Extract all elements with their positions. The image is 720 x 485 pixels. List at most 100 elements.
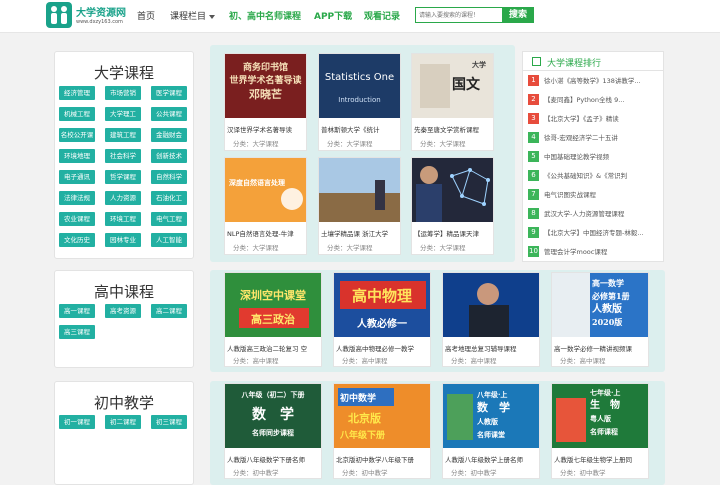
ranking-item[interactable]: 1 徐小湛《高等数学》138讲教学... xyxy=(528,72,663,88)
course-thumbnail: 深度自然语言处理 xyxy=(225,158,306,222)
nav-app-download[interactable]: APP下载 xyxy=(314,9,352,22)
category-tag[interactable]: 人工智能 xyxy=(151,233,187,247)
course-title: 土壤学精品课 浙江大学 xyxy=(321,230,389,238)
course-card[interactable]: 初中数学 北京版 八年级下册 北京版初中数学八年级下册 分类：初中教学 xyxy=(333,383,431,479)
category-tag[interactable]: 哲学课程 xyxy=(105,170,141,184)
ranking-item-title: 《公共基础知识》&《常识判 xyxy=(544,172,628,180)
category-tag[interactable]: 初二课程 xyxy=(105,415,141,429)
ranking-item-title: 武汉大学-人力资源管理课程 xyxy=(544,210,625,218)
ranking-item-title: 管理会计学mooc课程 xyxy=(544,248,608,256)
category-tag[interactable]: 社会科学 xyxy=(105,149,141,163)
category-tag[interactable]: 环境地理 xyxy=(59,149,95,163)
ranking-item[interactable]: 5 中国基础理论教学视频 xyxy=(528,148,663,164)
category-tag[interactable]: 初三课程 xyxy=(151,415,187,429)
course-title: 人教版八年级数学上册名师 xyxy=(445,456,523,464)
nav-course-columns[interactable]: 课程栏目 xyxy=(170,9,216,22)
course-card[interactable]: 高一数学 必修第1册 人教版 2020版 高一数学必修一精讲视频课 分类：高中课程 xyxy=(551,272,649,367)
ranking-number-badge: 4 xyxy=(528,132,539,143)
course-title: 高一数学必修一精讲视频课 xyxy=(554,345,632,353)
category-tag[interactable]: 电子通讯 xyxy=(59,170,95,184)
ranking-item[interactable]: 2 【麦同鑫】Python全栈 9... xyxy=(528,91,663,107)
course-card[interactable]: 商务印书馆 世界学术名著导读 邓晓芒 汉译世界学术名著导读 分类：大学课程 xyxy=(224,53,307,151)
ranking-number-badge: 8 xyxy=(528,208,539,219)
category-tag[interactable]: 金融财会 xyxy=(151,128,187,142)
course-thumbnail xyxy=(412,158,493,222)
course-card[interactable]: 八年级·上数 学人教版 名师课堂 人教版八年级数学上册名师 分类：初中教学 xyxy=(442,383,540,479)
course-category: 分类：高中课程 xyxy=(342,357,388,365)
nav-famous-teachers[interactable]: 初、高中名师课程 xyxy=(229,9,301,22)
course-title: 人教版高三政治二轮复习 空 xyxy=(227,345,308,353)
course-title: 先秦至唐文学赏析课程 xyxy=(414,126,479,134)
course-thumbnail: 国文 大学 xyxy=(412,54,493,118)
ranking-item[interactable]: 10 管理会计学mooc课程 xyxy=(528,243,663,259)
course-card[interactable]: 深度自然语言处理 NLP自然语言处理-牛津 分类：大学课程 xyxy=(224,157,307,255)
category-tag[interactable]: 建筑工程 xyxy=(105,128,141,142)
logo-icon xyxy=(46,2,72,28)
category-tag[interactable]: 园林专业 xyxy=(105,233,141,247)
category-tag[interactable]: 高一课程 xyxy=(59,304,95,318)
category-tag[interactable]: 文化历史 xyxy=(59,233,95,247)
search-input[interactable] xyxy=(415,7,503,23)
course-card[interactable]: Statistics One Introduction 普林斯顿大学《统计 分类… xyxy=(318,53,401,151)
course-card[interactable]: 土壤学精品课 浙江大学 分类：大学课程 xyxy=(318,157,401,255)
course-category: 分类：高中课程 xyxy=(233,357,279,365)
ranking-item-title: 【北京大学】中国经济专题-林毅... xyxy=(544,229,644,237)
course-card[interactable]: 高中物理 人教必修一 人教版高中物理必修一教学 分类：高中课程 xyxy=(333,272,431,367)
ranking-number-badge: 7 xyxy=(528,189,539,200)
ranking-item[interactable]: 7 电气识图实战课程 xyxy=(528,186,663,202)
ranking-number-badge: 9 xyxy=(528,227,539,238)
category-tag[interactable]: 初一课程 xyxy=(59,415,95,429)
category-tag[interactable]: 自然科学 xyxy=(151,170,187,184)
course-card[interactable]: 深圳空中课堂 高三政治 人教版高三政治二轮复习 空 分类：高中课程 xyxy=(224,272,322,367)
category-tag[interactable]: 高三课程 xyxy=(59,325,95,339)
category-tag[interactable]: 石油化工 xyxy=(151,191,187,205)
category-tag[interactable]: 高二课程 xyxy=(151,304,187,318)
ranking-item[interactable]: 8 武汉大学-人力资源管理课程 xyxy=(528,205,663,221)
juniorhigh-category-panel: 初中教学 xyxy=(54,381,194,485)
course-title: 人教版七年级生物学上册同 xyxy=(554,456,632,464)
category-tag[interactable]: 高考资源 xyxy=(105,304,141,318)
ranking-item[interactable]: 4 徐哥-宏观经济学二十五讲 xyxy=(528,129,663,145)
category-tag[interactable]: 农业课程 xyxy=(59,212,95,226)
ranking-item[interactable]: 3 【北京大学】《孟子》精读 xyxy=(528,110,663,126)
chevron-down-icon xyxy=(209,14,216,19)
course-card[interactable]: 国文 大学 先秦至唐文学赏析课程 分类：大学课程 xyxy=(411,53,494,151)
course-card[interactable]: 八年级（初二）下册 数 学 名师同步课程 人教版八年级数学下册名师 分类：初中教… xyxy=(224,383,322,479)
nav-home[interactable]: 首页 xyxy=(137,9,155,22)
course-title: 人教版高中物理必修一教学 xyxy=(336,345,414,353)
ranking-item-title: 电气识图实战课程 xyxy=(544,191,596,199)
ranking-number-badge: 10 xyxy=(528,246,539,257)
category-tag[interactable]: 大学理工 xyxy=(105,107,141,121)
category-tag[interactable]: 电气工程 xyxy=(151,212,187,226)
category-tag[interactable]: 公共课程 xyxy=(151,107,187,121)
course-card[interactable]: 七年级·上生 物粤人版 名师课程 人教版七年级生物学上册同 分类：初中教学 xyxy=(551,383,649,479)
ranking-number-badge: 2 xyxy=(528,94,539,105)
site-logo[interactable]: 大学资源网 www.dxzy163.com xyxy=(46,2,132,30)
search-button[interactable]: 搜索 xyxy=(502,7,534,23)
category-tag[interactable]: 经济管理 xyxy=(59,86,95,100)
category-tag[interactable]: 机械工程 xyxy=(59,107,95,121)
logo-title: 大学资源网 xyxy=(76,8,126,19)
nav-course-columns-label: 课程栏目 xyxy=(170,12,207,22)
category-tag[interactable]: 名校公开课 xyxy=(59,128,95,142)
category-tag[interactable]: 法律法规 xyxy=(59,191,95,205)
ranking-item-title: 中国基础理论教学视频 xyxy=(544,153,609,161)
ranking-number-badge: 5 xyxy=(528,151,539,162)
course-category: 分类：高中课程 xyxy=(451,357,497,365)
category-tag[interactable]: 创新技术 xyxy=(151,149,187,163)
course-card[interactable]: 【运筹学】精品课天津 分类：大学课程 xyxy=(411,157,494,255)
category-tag[interactable]: 医学课程 xyxy=(151,86,187,100)
ranking-item-title: 【北京大学】《孟子》精读 xyxy=(544,115,619,123)
category-tag[interactable]: 环境工程 xyxy=(105,212,141,226)
ranking-item[interactable]: 6 《公共基础知识》&《常识判 xyxy=(528,167,663,183)
nav-watch-history[interactable]: 观看记录 xyxy=(364,9,400,22)
logo-url: www.dxzy163.com xyxy=(76,19,123,25)
course-category: 分类：大学课程 xyxy=(233,244,279,252)
highschool-title: 高中课程 xyxy=(93,283,154,301)
course-category: 分类：大学课程 xyxy=(420,140,466,148)
ranking-number-badge: 1 xyxy=(528,75,539,86)
category-tag[interactable]: 市场营销 xyxy=(105,86,141,100)
ranking-item[interactable]: 9 【北京大学】中国经济专题-林毅... xyxy=(528,224,663,240)
category-tag[interactable]: 人力资源 xyxy=(105,191,141,205)
course-card[interactable]: 高考地理总复习辅导课程 分类：高中课程 xyxy=(442,272,540,367)
